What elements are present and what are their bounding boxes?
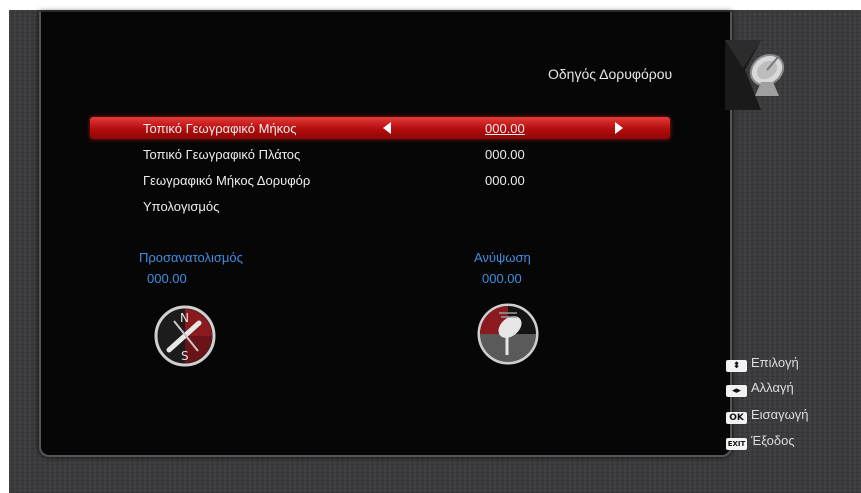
menu-item-value[interactable]: 000.00 xyxy=(485,121,525,136)
left-right-key-icon: ◂▸ xyxy=(726,385,747,397)
menu-item-label: Υπολογισμός xyxy=(143,199,220,214)
menu-item-satellite-longitude[interactable]: Γεωγραφικό Μήκος Δορυφόρ 000.00 xyxy=(90,169,670,191)
legend-label: Εισαγωγή xyxy=(751,407,809,422)
menu-item-label: Τοπικό Γεωγραφικό Μήκος xyxy=(143,121,297,136)
azimuth-value: 000.00 xyxy=(147,271,187,286)
menu-item-value[interactable]: 000.00 xyxy=(485,147,525,162)
compass-south-label: S xyxy=(181,349,189,363)
menu-item-value[interactable]: 000.00 xyxy=(485,173,525,188)
legend-enter: OK Εισαγωγή xyxy=(726,407,808,427)
legend-label: Επιλογή xyxy=(751,355,799,370)
up-down-key-icon: ⬍ xyxy=(726,360,747,372)
arrow-right-icon[interactable] xyxy=(615,122,623,134)
satellite-dish-icon xyxy=(725,40,785,110)
menu-item-label: Τοπικό Γεωγραφικό Πλάτος xyxy=(143,147,301,162)
arrow-left-icon[interactable] xyxy=(383,122,391,134)
legend-change: ◂▸ Αλλαγή xyxy=(726,380,794,400)
page-title: Οδηγός Δορυφόρου xyxy=(548,66,673,82)
azimuth-label: Προσανατολισμός xyxy=(139,250,243,265)
elevation-label: Ανύψωση xyxy=(474,250,531,265)
ok-key-icon: OK xyxy=(726,412,747,424)
menu-item-local-latitude[interactable]: Τοπικό Γεωγραφικό Πλάτος 000.00 xyxy=(90,143,670,165)
compass-icon: N S xyxy=(154,305,216,367)
legend-label: Αλλαγή xyxy=(751,380,794,395)
menu-item-calculate[interactable]: Υπολογισμός xyxy=(90,195,670,217)
menu-item-label: Γεωγραφικό Μήκος Δορυφόρ xyxy=(143,173,311,188)
legend-label: Έξοδος xyxy=(751,433,795,448)
elevation-value: 000.00 xyxy=(482,271,522,286)
elevation-gauge-icon xyxy=(477,303,539,365)
legend-select: ⬍ Επιλογή xyxy=(726,355,799,375)
exit-key-icon: EXIT xyxy=(726,438,747,450)
compass-north-label: N xyxy=(180,311,189,325)
legend-exit: EXIT Έξοδος xyxy=(726,433,795,453)
menu-item-local-longitude[interactable]: Τοπικό Γεωγραφικό Μήκος 000.00 xyxy=(90,117,670,139)
